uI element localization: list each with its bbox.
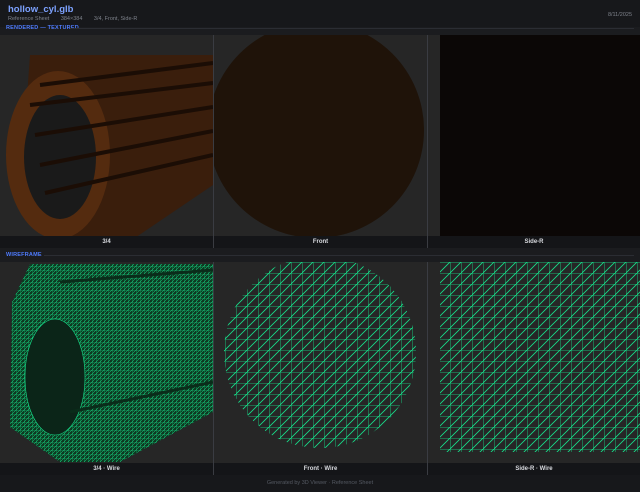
render-side-view bbox=[428, 35, 640, 248]
wire-side-view bbox=[428, 262, 640, 475]
panel-wire-side-r[interactable]: Side-R · Wire bbox=[428, 262, 640, 475]
section-label-rendered: RENDERED — TEXTURED bbox=[6, 25, 79, 31]
subtitle-kind: Reference Sheet bbox=[8, 16, 50, 22]
sheet-date: 8/11/2025 bbox=[607, 12, 632, 18]
panel-wire-three-quarter[interactable]: 3/4 · Wire bbox=[0, 262, 213, 475]
footer: Generated by 3D Viewer · Reference Sheet bbox=[0, 475, 640, 492]
header-bar: hollow_cyl.glb Reference Sheet 384×384 3… bbox=[0, 0, 640, 27]
subtitle-size: 384×384 bbox=[60, 16, 83, 22]
render-three-quarter-view bbox=[0, 35, 213, 248]
wire-front-view bbox=[214, 262, 427, 475]
panel-caption: Side-R · Wire bbox=[428, 463, 640, 475]
render-front-view bbox=[214, 35, 427, 248]
panel-rendered-three-quarter[interactable]: 3/4 bbox=[0, 35, 213, 248]
section-label-wireframe: WIREFRAME bbox=[6, 252, 42, 258]
wire-three-quarter-view bbox=[0, 262, 213, 475]
file-title: hollow_cyl.glb bbox=[8, 4, 74, 15]
panel-rendered-front[interactable]: Front bbox=[214, 35, 427, 248]
subtitle-views: 3/4, Front, Side-R bbox=[93, 16, 138, 22]
panel-rendered-side-r[interactable]: Side-R bbox=[428, 35, 640, 248]
panel-caption: Side-R bbox=[428, 236, 640, 248]
panel-wire-front[interactable]: Front · Wire bbox=[214, 262, 427, 475]
panel-caption: 3/4 bbox=[0, 236, 213, 248]
section-rule-rendered bbox=[70, 28, 634, 29]
panel-caption: Front · Wire bbox=[214, 463, 427, 475]
panel-caption: Front bbox=[214, 236, 427, 248]
sheet-subtitle: Reference Sheet 384×384 3/4, Front, Side… bbox=[8, 16, 147, 22]
section-rule-wireframe bbox=[44, 255, 634, 256]
panel-caption: 3/4 · Wire bbox=[0, 463, 213, 475]
